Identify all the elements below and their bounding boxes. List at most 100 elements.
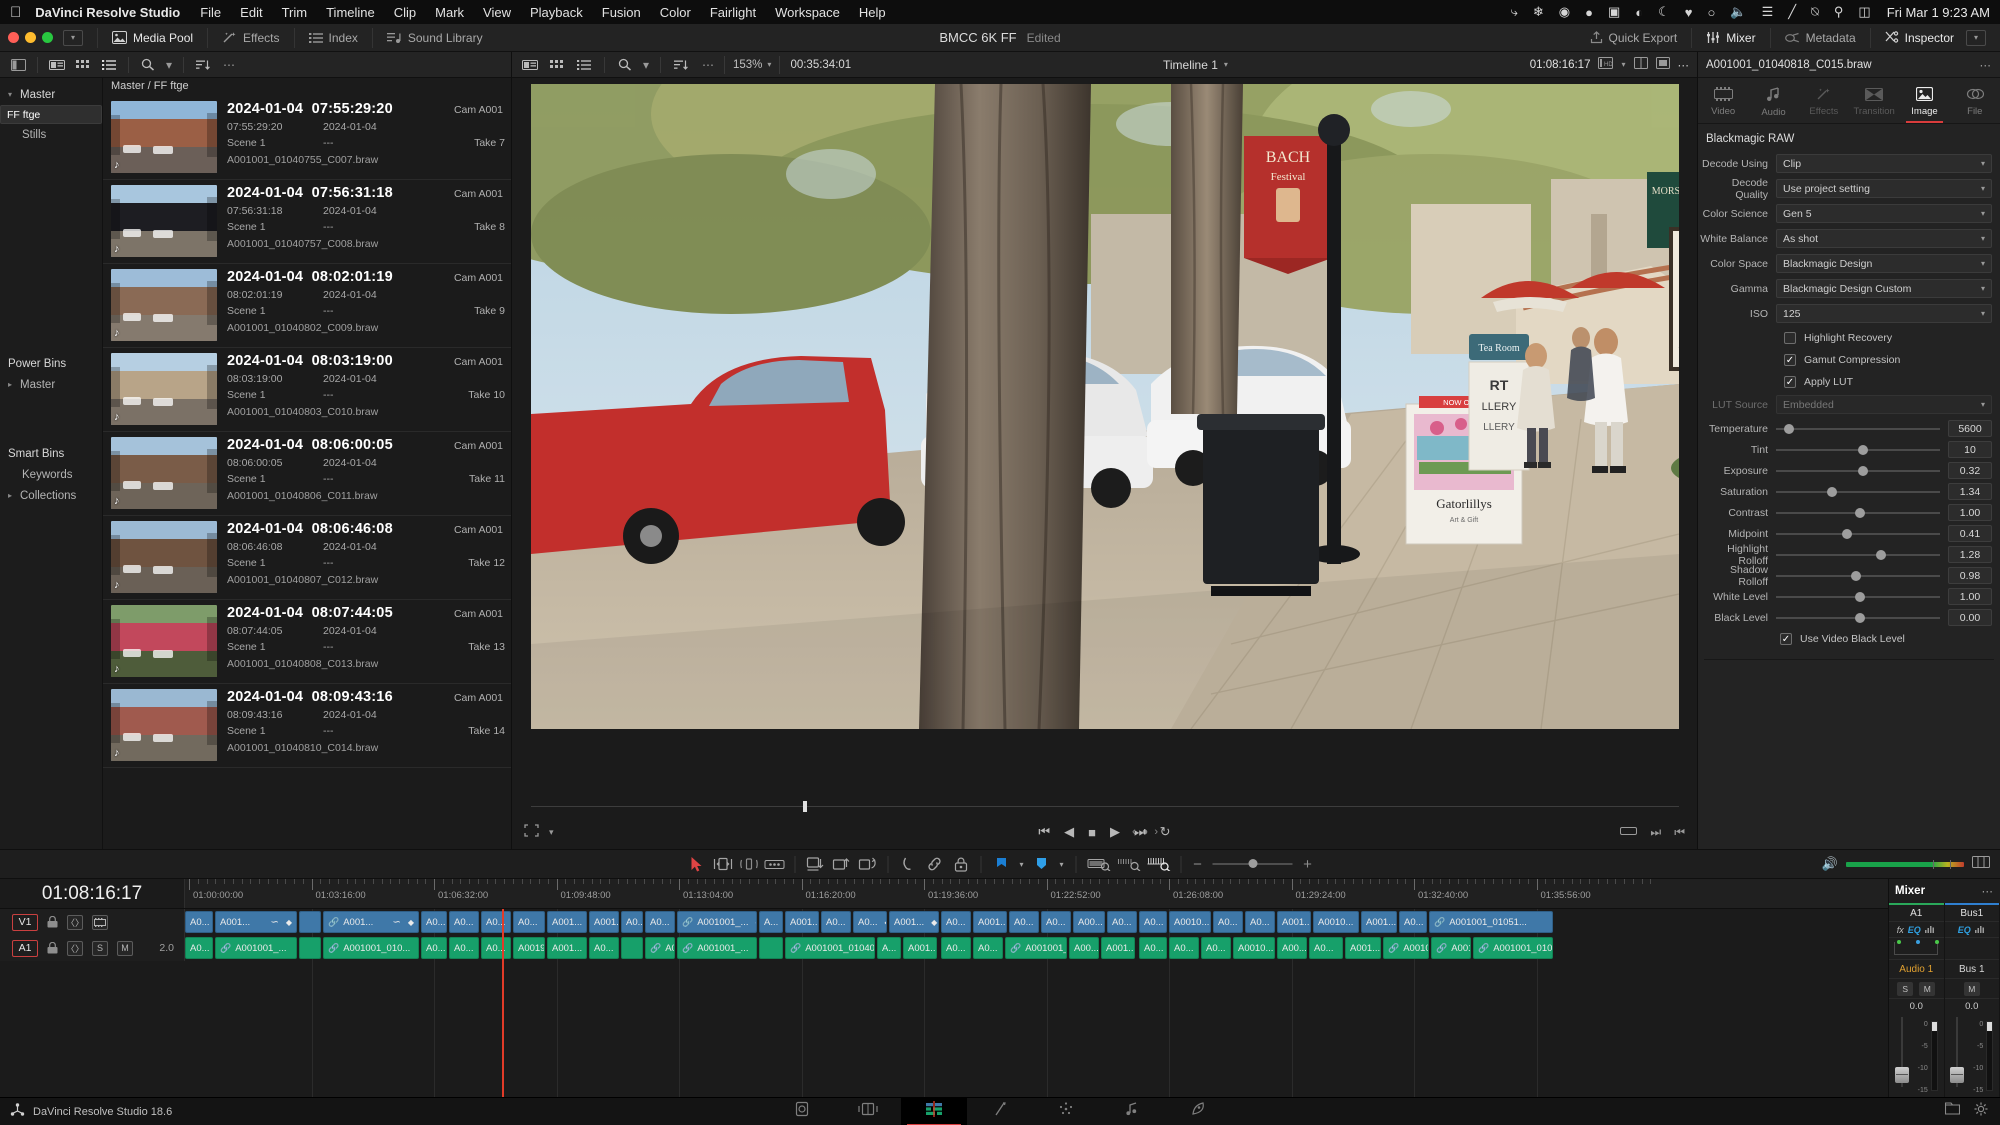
inspector-checkbox-row[interactable]: Highlight Recovery — [1698, 328, 2000, 348]
safe-area-icon[interactable] — [524, 824, 539, 840]
slider-midpoint[interactable] — [1776, 527, 1940, 541]
timeline-clip[interactable]: A0...◆ — [1041, 911, 1071, 933]
timeline-clip[interactable]: A001... — [547, 937, 587, 959]
timeline-clip[interactable]: A001... — [1345, 937, 1381, 959]
shield-icon[interactable]: ◐ — [1635, 5, 1643, 20]
timeline-clip[interactable]: 🔗 A001... ∽ ◆ — [323, 911, 419, 933]
timeline-clip[interactable]: A001...◆ — [1277, 911, 1311, 933]
menubar-clock[interactable]: Fri Mar 1 9:23 AM — [1887, 5, 1990, 20]
zoom-slider-knob[interactable] — [1248, 859, 1258, 868]
slider-value[interactable]: 5600 — [1948, 420, 1992, 437]
list-item[interactable]: ♪ 2024-01-04 08:07:44:05 Cam A001 08:07:44:… — [103, 600, 511, 684]
clip-thumbnail[interactable]: ♪ — [111, 521, 217, 593]
chevron-down-icon[interactable]: ▾ — [1015, 853, 1029, 875]
timeline-clip[interactable]: A0... — [589, 937, 619, 959]
blade-edit-icon[interactable] — [762, 853, 788, 875]
timeline-clip[interactable]: A0...◆ — [853, 911, 887, 933]
inspector-button[interactable]: Inspector — [1879, 27, 1960, 49]
timeline-clip[interactable]: A00... — [1277, 937, 1307, 959]
detail-zoom-icon[interactable] — [1114, 853, 1144, 875]
play-forward-icon[interactable]: ▶ — [1110, 824, 1120, 840]
chevron-down-icon[interactable]: ▾ — [1055, 853, 1069, 875]
timeline-clip[interactable]: A001...◆ — [889, 911, 939, 933]
moon-icon[interactable]: ☾ — [1658, 4, 1670, 20]
timeline-clip[interactable]: A001...◆ — [973, 911, 1007, 933]
select-decode-using[interactable]: Clip ▾ — [1776, 154, 1992, 173]
list-item[interactable]: ♪ 2024-01-04 07:56:31:18 Cam A001 07:56:31:… — [103, 180, 511, 264]
timeline-clip[interactable]: A0... — [449, 937, 479, 959]
list-item[interactable]: ♪ 2024-01-04 08:09:43:16 Cam A001 08:09:43:… — [103, 684, 511, 768]
flag-icon[interactable] — [989, 853, 1015, 875]
slider-value[interactable]: 0.32 — [1948, 462, 1992, 479]
slider-shadow-rolloff[interactable] — [1776, 569, 1940, 583]
source-timecode[interactable]: 00:35:34:01 — [779, 55, 861, 74]
mark-out-icon[interactable]: ⏭ — [1650, 825, 1661, 840]
timeline-clip[interactable]: A0...◆ — [1107, 911, 1137, 933]
jump-end-icon[interactable]: ⏭ — [1134, 824, 1146, 840]
timeline-clip[interactable]: A0010...◆ — [1313, 911, 1359, 933]
slider-contrast[interactable] — [1776, 506, 1940, 520]
app-name-label[interactable]: DaVinci Resolve Studio — [35, 5, 180, 20]
swoosh-icon[interactable]: ⤷ — [1511, 4, 1518, 20]
slider-value[interactable]: 1.34 — [1948, 483, 1992, 500]
metadata-button[interactable]: Metadata — [1779, 27, 1862, 49]
tab-audio[interactable]: Audio — [1748, 78, 1798, 123]
slider-knob[interactable] — [1875, 549, 1886, 560]
fader-track[interactable] — [1950, 1015, 1965, 1091]
chevron-right-icon[interactable]: ▸ — [8, 491, 15, 500]
mute-button[interactable]: M — [1919, 981, 1936, 996]
list-item[interactable]: ♪ 2024-01-04 08:03:19:00 Cam A001 08:03:19:… — [103, 348, 511, 432]
split-view-icon[interactable] — [1633, 57, 1648, 72]
grid-view-icon[interactable] — [545, 55, 569, 75]
slider-value[interactable]: 0.98 — [1948, 567, 1992, 584]
tab-file[interactable]: File — [1950, 78, 2000, 123]
timeline-clip[interactable]: A0... — [1009, 911, 1039, 933]
inspector-checkbox-row[interactable]: ✓ Gamut Compression — [1698, 350, 2000, 370]
chevron-down-icon[interactable]: ▾ — [1621, 60, 1625, 69]
checkbox-use-video-black-level[interactable]: ✓ — [1780, 633, 1792, 645]
slider-value[interactable]: 10 — [1948, 441, 1992, 458]
eq-curve-icon[interactable] — [1924, 925, 1936, 935]
timeline-clip[interactable]: 🔗A001001_01051... — [1429, 911, 1553, 933]
jump-start-icon[interactable]: ⏮ — [1038, 824, 1050, 840]
media-page-button[interactable] — [769, 1098, 835, 1125]
tree-item-ff-ftge[interactable]: FF ftge — [0, 105, 102, 124]
apple-logo-icon[interactable]:  — [10, 5, 21, 20]
mute-button[interactable]: M — [1963, 981, 1980, 996]
timeline-clip[interactable]: A0010...◆ — [1169, 911, 1211, 933]
auto-select-icon[interactable]: 〈〉 — [66, 914, 84, 930]
timeline-clip[interactable]: A0... — [621, 911, 643, 933]
thumbnail-view-icon[interactable] — [518, 55, 542, 75]
play-reverse-icon[interactable]: ◀ — [1064, 824, 1074, 840]
clip-thumbnail[interactable]: ♪ — [111, 101, 217, 173]
strip-gain-value[interactable]: 0.0 — [1889, 999, 1944, 1013]
eq-curve-icon[interactable] — [1974, 925, 1986, 935]
tree-item-keywords[interactable]: Keywords — [0, 464, 102, 485]
track-header-v1[interactable]: V1 〈〉 — [0, 909, 185, 935]
video-track-1-clips[interactable]: A0...A001...∽◆🔗A001...∽◆A0...A0...◆A0...… — [185, 909, 1888, 935]
menu-mark[interactable]: Mark — [435, 5, 464, 20]
quick-export-button[interactable]: Quick Export — [1584, 27, 1684, 49]
slider-value[interactable]: 1.28 — [1948, 546, 1992, 563]
menu-trim[interactable]: Trim — [282, 5, 308, 20]
minimize-window-button[interactable] — [25, 32, 36, 43]
media-pool-button[interactable]: Media Pool — [106, 27, 199, 49]
more-options-icon[interactable]: ⋯ — [1678, 58, 1690, 72]
inspector-checkbox-row[interactable]: ✓ Apply LUT — [1698, 372, 2000, 392]
user-icon[interactable]: ⍉ — [1811, 4, 1819, 20]
slider-knob[interactable] — [1854, 507, 1865, 518]
slider-tint[interactable] — [1776, 443, 1940, 457]
textexpander-icon[interactable]: ▣ — [1608, 4, 1620, 20]
select-iso[interactable]: 125 ▾ — [1776, 304, 1992, 323]
sort-icon[interactable] — [669, 55, 693, 75]
mixer-button[interactable]: Mixer — [1700, 27, 1761, 49]
timeline-clip[interactable]: A0... — [1201, 937, 1231, 959]
timeline-clip[interactable]: A0... — [421, 937, 447, 959]
use-video-black-level-row[interactable]: ✓ Use Video Black Level — [1698, 629, 2000, 649]
video-preview[interactable]: BACH Festival MORSE — [530, 84, 1679, 729]
mark-in-icon[interactable]: ⏮ — [1674, 825, 1685, 840]
menu-playback[interactable]: Playback — [530, 5, 583, 20]
dynamic-trim-icon[interactable] — [736, 853, 762, 875]
timeline-clip[interactable]: A001...◆ — [547, 911, 587, 933]
list-view-icon[interactable] — [97, 55, 121, 75]
